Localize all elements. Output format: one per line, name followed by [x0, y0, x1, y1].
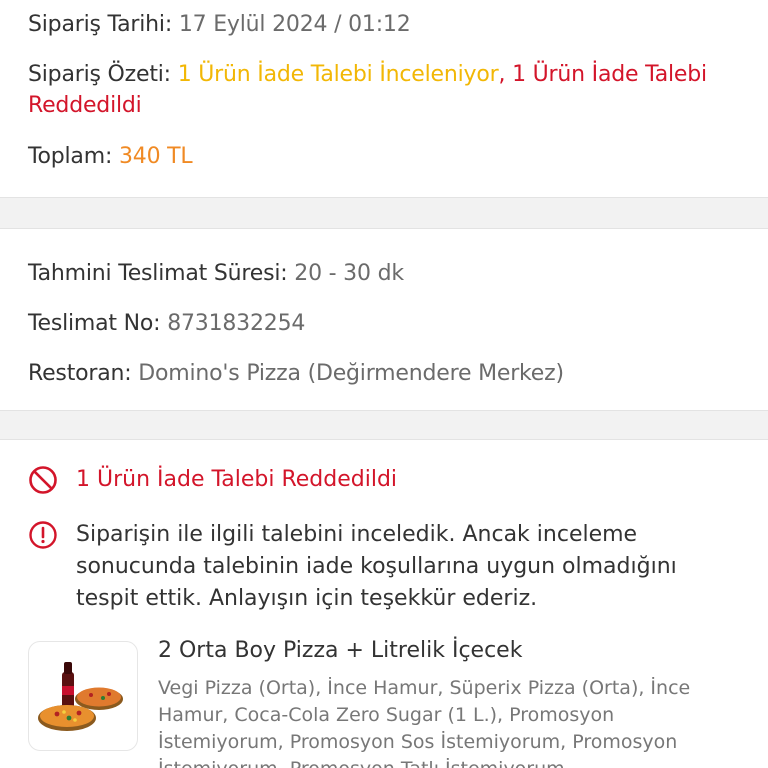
order-total-value: 340 TL — [118, 144, 193, 169]
order-total-label: Toplam: — [28, 144, 113, 169]
order-summary-label: Sipariş Özeti: — [28, 62, 171, 87]
info-icon — [29, 521, 57, 549]
order-total-row: Toplam: 340 TL — [28, 141, 740, 172]
eta-value: 20 - 30 dk — [294, 261, 404, 286]
restaurant-row: Restoran: Domino's Pizza (Değirmendere M… — [28, 358, 740, 389]
forbidden-icon — [29, 466, 57, 494]
delivery-info-card: Tahmini Teslimat Süresi: 20 - 30 dk Tesl… — [0, 228, 768, 411]
restaurant-value: Domino's Pizza (Değirmendere Merkez) — [138, 361, 564, 386]
product-description: Vegi Pizza (Orta), İnce Hamur, Süperix P… — [158, 677, 691, 768]
summary-separator: , — [498, 62, 506, 87]
order-info-card: Sipariş Tarihi: 17 Eylül 2024 / 01:12 Si… — [0, 0, 768, 198]
order-summary-row: Sipariş Özeti: 1 Ürün İade Talebi İncele… — [28, 59, 740, 121]
refund-status-row: 1 Ürün İade Talebi Reddedildi — [28, 464, 740, 496]
refund-status-card: 1 Ürün İade Talebi Reddedildi Siparişin … — [0, 439, 768, 768]
product-image — [28, 641, 138, 751]
eta-row: Tahmini Teslimat Süresi: 20 - 30 dk — [28, 258, 740, 289]
delivery-no-value: 8731832254 — [167, 311, 306, 336]
order-detail-page: Sipariş Tarihi: 17 Eylül 2024 / 01:12 Si… — [0, 0, 768, 768]
order-date-row: Sipariş Tarihi: 17 Eylül 2024 / 01:12 — [28, 9, 740, 40]
refund-info-text: Siparişin ile ilgili talebini inceledik.… — [76, 522, 677, 611]
refund-status-title: 1 Ürün İade Talebi Reddedildi — [76, 467, 398, 492]
delivery-no-label: Teslimat No: — [28, 311, 161, 336]
product-title: 2 Orta Boy Pizza + Litrelik İçecek — [158, 638, 523, 663]
order-date-value: 17 Eylül 2024 / 01:12 — [178, 12, 411, 37]
delivery-no-row: Teslimat No: 8731832254 — [28, 308, 740, 339]
restaurant-label: Restoran: — [28, 361, 132, 386]
eta-label: Tahmini Teslimat Süresi: — [28, 261, 288, 286]
summary-pending-status: 1 Ürün İade Talebi İnceleniyor — [177, 62, 499, 87]
refund-info-row: Siparişin ile ilgili talebini inceledik.… — [28, 519, 740, 615]
order-date-label: Sipariş Tarihi: — [28, 12, 173, 37]
pizza-drink-image — [38, 662, 123, 731]
